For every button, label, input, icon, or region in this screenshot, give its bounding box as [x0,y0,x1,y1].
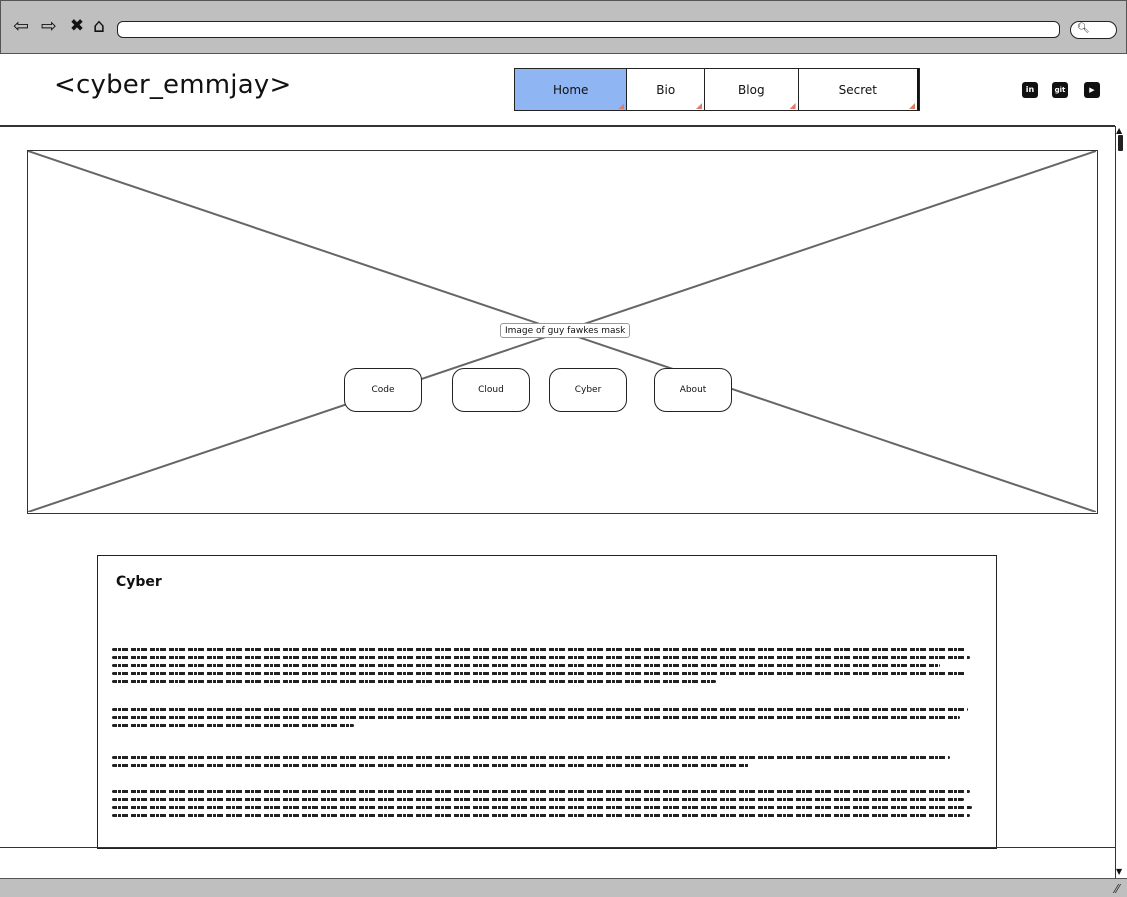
article-title: Cyber [116,574,162,590]
hero-button-code[interactable]: Code [344,368,422,412]
nav-tab-home[interactable]: Home [515,69,628,110]
footer-divider [0,847,1115,848]
nav-tab-label: Secret [838,82,877,97]
link-marker-icon [618,103,625,109]
header-divider [0,125,1115,127]
scrollbar-thumb[interactable] [1118,135,1123,151]
nav-tab-label: Home [553,82,589,97]
hero-button-cloud[interactable]: Cloud [452,368,530,412]
article-paragraph [112,648,972,688]
link-marker-icon [908,103,915,109]
hero-button-cyber[interactable]: Cyber [549,368,627,412]
vertical-scrollbar[interactable] [1115,126,1127,878]
article-paragraph [112,708,972,732]
youtube-icon[interactable]: ▶ [1084,82,1100,98]
scroll-up-icon[interactable]: ▲ [1116,127,1122,135]
resize-handle-icon[interactable]: ⁄⁄ [1115,882,1119,896]
link-marker-icon [696,103,703,109]
article-paragraph [112,756,972,772]
back-arrow-icon[interactable]: ⇦ [10,14,32,38]
nav-tab-secret[interactable]: Secret [799,69,919,110]
forward-arrow-icon[interactable]: ⇨ [38,14,60,38]
home-icon[interactable]: ⌂ [88,14,110,38]
hero-button-about[interactable]: About [654,368,732,412]
close-icon[interactable]: ✖ [66,14,88,38]
address-bar[interactable] [117,21,1060,38]
scroll-down-icon[interactable]: ▼ [1116,868,1122,876]
browser-status-bar: ⁄⁄ [0,878,1127,897]
git-icon[interactable]: git [1052,82,1068,98]
search-icon: 🔍︎ [1077,23,1090,34]
nav-tab-label: Bio [656,82,676,97]
browser-search-box[interactable]: 🔍︎ [1070,21,1117,39]
article-paragraph [112,790,972,822]
main-nav: Home Bio Blog Secret [514,68,920,111]
nav-tab-bio[interactable]: Bio [627,69,706,110]
link-marker-icon [789,103,796,109]
linkedin-icon[interactable]: in [1022,82,1038,98]
nav-tab-blog[interactable]: Blog [705,69,799,110]
article-card: Cyber [97,555,997,849]
nav-tab-label: Blog [738,82,765,97]
site-logo[interactable]: <cyber_emmjay> [54,70,291,100]
hero-image-label: Image of guy fawkes mask [500,323,631,338]
